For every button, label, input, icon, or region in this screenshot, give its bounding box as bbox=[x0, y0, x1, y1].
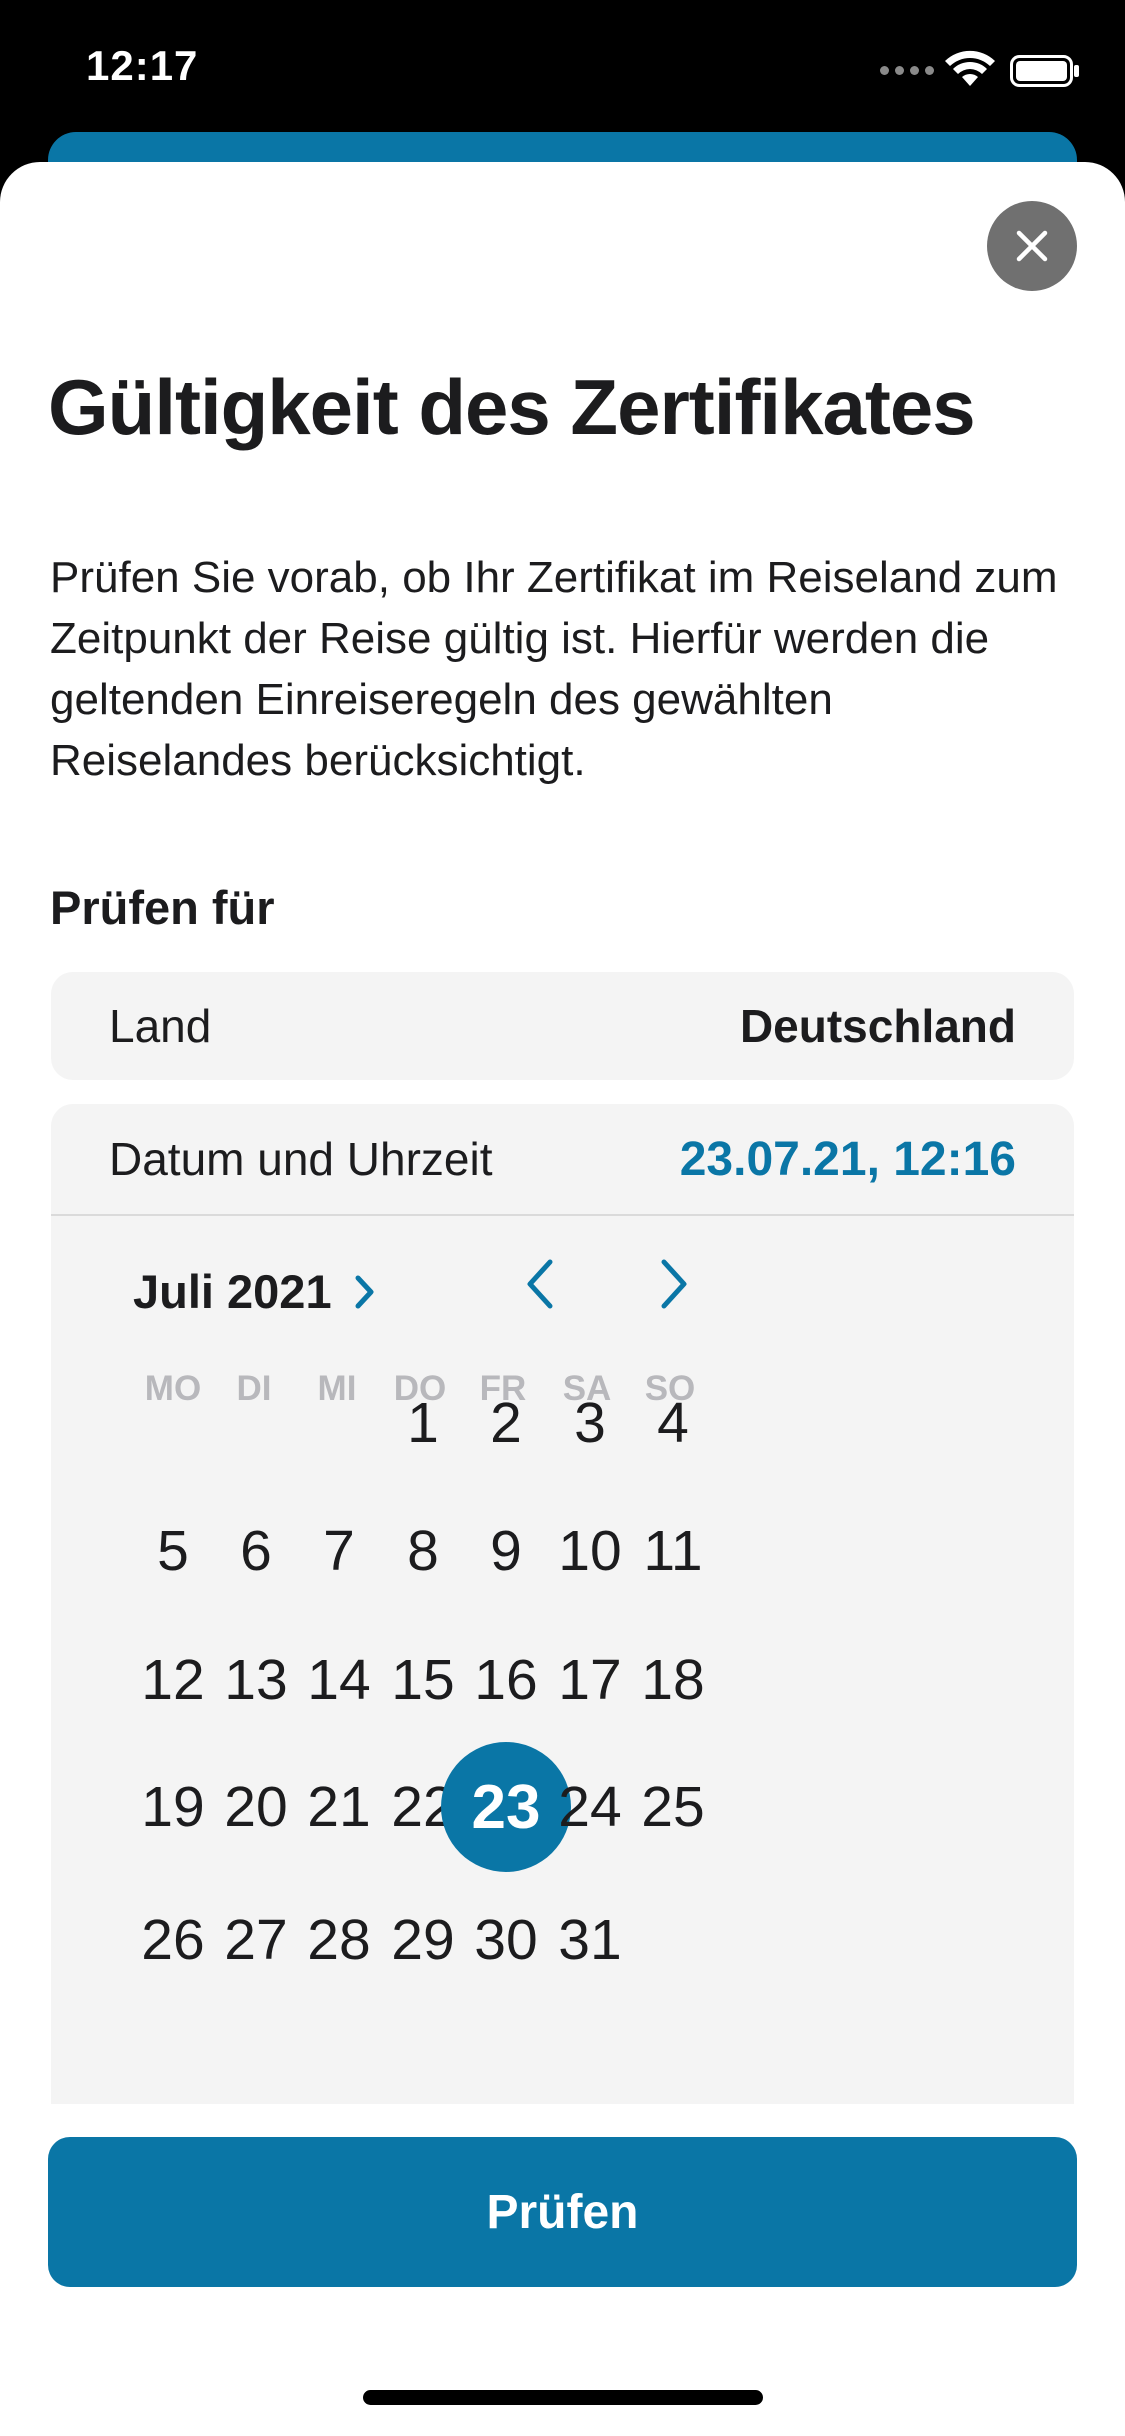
close-button[interactable] bbox=[987, 201, 1077, 291]
page-title: Gültigkeit des Zertifikates bbox=[48, 363, 976, 451]
month-picker-toggle[interactable]: Juli 2021 bbox=[133, 1264, 376, 1319]
previous-month-button[interactable] bbox=[505, 1249, 575, 1319]
country-selector[interactable]: Land Deutschland bbox=[51, 972, 1074, 1080]
country-value: Deutschland bbox=[739, 1000, 1016, 1052]
calendar-day[interactable]: 4 bbox=[608, 1358, 738, 1488]
calendar-day[interactable]: 18 bbox=[608, 1615, 738, 1745]
status-bar: 12:17 bbox=[0, 0, 1125, 140]
next-month-button[interactable] bbox=[639, 1249, 709, 1319]
section-label: Prüfen für bbox=[50, 881, 275, 934]
chevron-left-icon bbox=[527, 1259, 553, 1309]
home-indicator bbox=[363, 2390, 763, 2405]
check-button[interactable]: Prüfen bbox=[48, 2137, 1077, 2287]
wifi-icon bbox=[945, 50, 995, 86]
battery-icon bbox=[1010, 55, 1079, 87]
calendar-day[interactable]: 25 bbox=[608, 1742, 738, 1872]
country-label: Land bbox=[109, 1000, 212, 1052]
close-icon bbox=[1016, 230, 1048, 262]
calendar-day[interactable]: 31 bbox=[525, 1875, 655, 2005]
description-text: Prüfen Sie vorab, ob Ihr Zertifikat im R… bbox=[50, 553, 1058, 785]
validity-sheet: Gültigkeit des Zertifikates Prüfen Sie v… bbox=[0, 162, 1125, 2436]
calendar-day[interactable]: 11 bbox=[608, 1486, 738, 1616]
month-label: Juli 2021 bbox=[133, 1265, 332, 1318]
signal-icon bbox=[880, 66, 936, 78]
status-time: 12:17 bbox=[86, 42, 199, 89]
date-time-selector[interactable]: Datum und Uhrzeit 23.07.21, 12:16 bbox=[51, 1104, 1074, 1216]
date-time-label: Datum und Uhrzeit bbox=[109, 1133, 493, 1185]
chevron-right-icon bbox=[661, 1259, 687, 1309]
chevron-right-icon bbox=[355, 1275, 374, 1308]
date-time-value: 23.07.21, 12:16 bbox=[679, 1132, 1016, 1186]
date-time-panel: Datum und Uhrzeit 23.07.21, 12:16 Juli 2… bbox=[51, 1104, 1074, 2104]
